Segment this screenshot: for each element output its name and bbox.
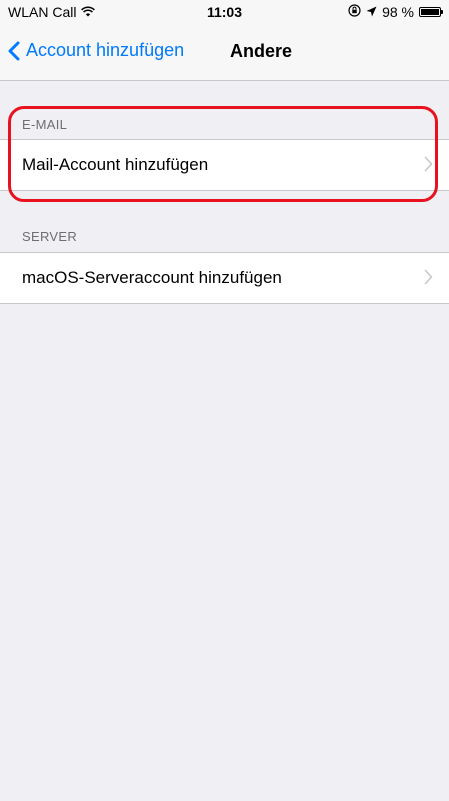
chevron-right-icon [424,156,433,172]
cell-label: Mail-Account hinzufügen [22,155,209,174]
mail-account-cell[interactable]: Mail-Account hinzufügen [0,139,449,191]
chevron-left-icon [8,41,20,60]
status-bar: WLAN Call 11:03 98 % [0,0,449,24]
page-title: Andere [230,41,293,61]
location-icon [366,4,377,20]
cell-label: macOS-Serveraccount hinzufügen [22,268,282,287]
back-button-label: Account hinzufügen [26,40,185,60]
chevron-right-icon [424,269,433,285]
navigation-bar: Account hinzufügen Andere [0,24,449,81]
battery-percentage: 98 % [382,4,414,20]
macos-server-account-cell[interactable]: macOS-Serveraccount hinzufügen [0,252,449,304]
orientation-lock-icon [348,4,361,20]
status-right: 98 % [348,4,443,20]
section-header-server: SERVER [22,229,78,244]
battery-fill [421,9,439,15]
back-button[interactable]: Account hinzufügen [8,40,184,61]
section-header-email: E-MAIL [22,117,68,132]
battery-icon [419,7,443,17]
